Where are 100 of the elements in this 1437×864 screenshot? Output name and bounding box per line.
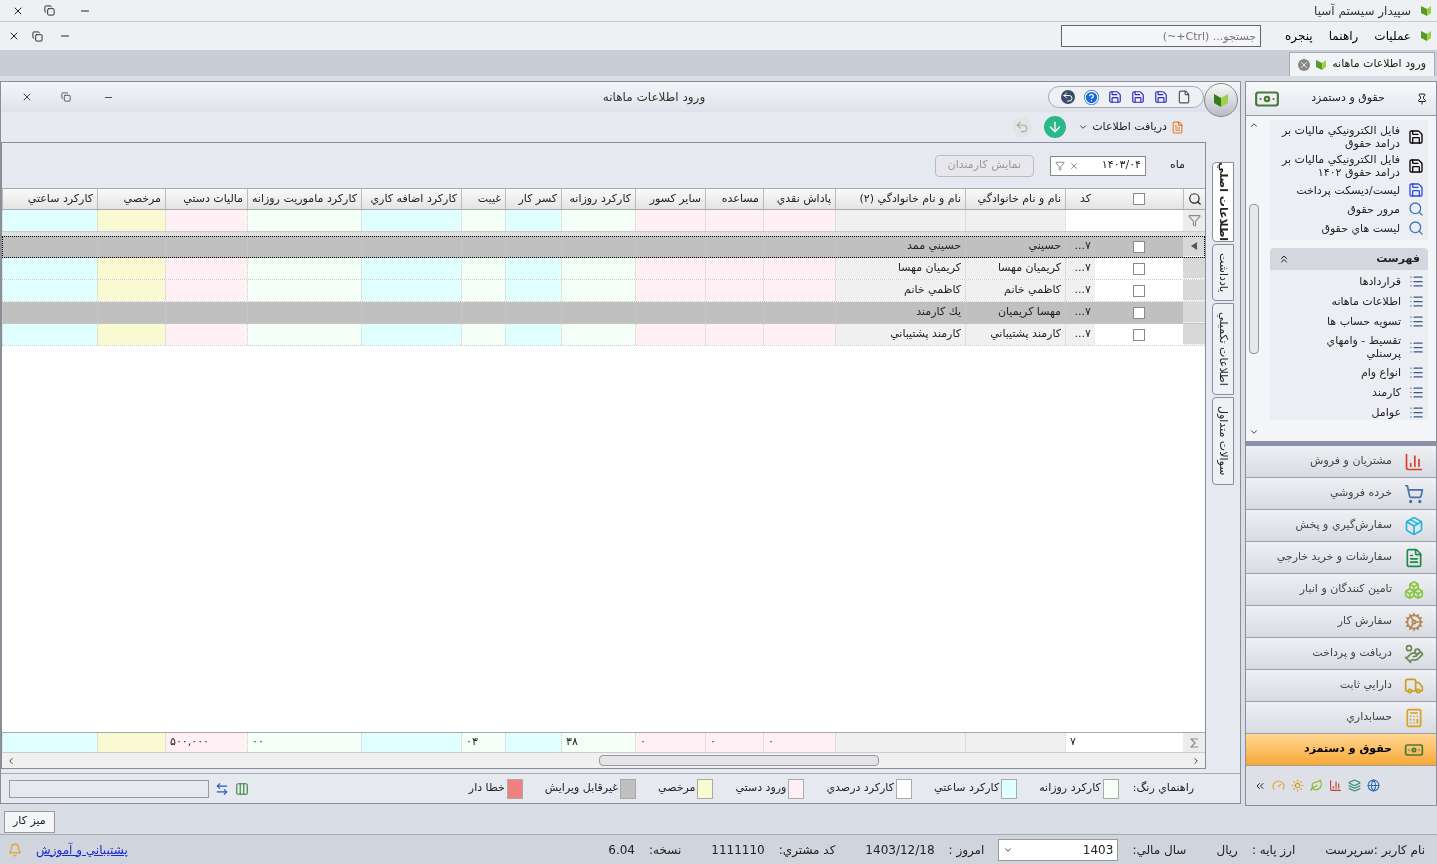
module-button[interactable]: سفارشات و خريد خارجي [1246, 542, 1436, 574]
columns-icon[interactable] [235, 781, 249, 796]
side-tab[interactable]: اطلاعات تكميلي [1212, 303, 1234, 396]
sidebar-link[interactable]: فايل الكترونيكي ماليات بر درامد حقوق [1270, 124, 1400, 150]
filter-cell[interactable] [2, 210, 97, 231]
filter-cell[interactable] [361, 210, 461, 231]
search-field[interactable]: جستجو... (Ctrl+~) [1061, 25, 1262, 47]
fetch-data-button[interactable]: دريافت اطلاعات [1078, 118, 1184, 136]
column-header[interactable]: كسر كار [505, 189, 561, 209]
scroll-up-icon[interactable] [1249, 120, 1259, 130]
document-tab[interactable]: ورود اطلاعات ماهانه [1289, 52, 1435, 76]
sidebar-link[interactable]: اطلاعات ماهانه [1291, 295, 1401, 308]
sidebar-link[interactable]: انواع وام [1291, 366, 1401, 379]
scroll-down-icon[interactable] [1249, 427, 1259, 437]
sidebar-link[interactable]: كارمند [1291, 386, 1401, 399]
restore-icon[interactable] [44, 5, 55, 16]
filter-cell[interactable] [635, 210, 705, 231]
horizontal-scrollbar[interactable] [2, 752, 1205, 768]
collapse-icon[interactable] [1278, 253, 1290, 265]
new-document-icon[interactable] [1177, 90, 1191, 104]
clear-icon[interactable] [1069, 160, 1079, 171]
column-header[interactable]: پاداش نقدي [763, 189, 835, 209]
bar-chart-icon[interactable] [1329, 779, 1342, 792]
column-header[interactable]: كاركرد روزانه [561, 189, 635, 209]
swap-icon[interactable] [215, 781, 229, 796]
module-button[interactable]: حقوق و دستمزد [1246, 734, 1436, 766]
column-header[interactable]: نام و نام خانوادگي [965, 189, 1065, 209]
filter-cell[interactable] [835, 210, 965, 231]
column-header[interactable]: كاركرد اضافه كاري [361, 189, 461, 209]
filter-cell[interactable] [247, 210, 361, 231]
tool-icon[interactable] [1061, 90, 1075, 104]
leaf-icon[interactable] [1310, 779, 1323, 792]
table-row[interactable]: ۷... كاظمي خانم كاظمي خانم [2, 280, 1205, 302]
menu-item[interactable]: راهنما [1328, 27, 1359, 45]
module-button[interactable]: مشتريان و فروش [1246, 446, 1436, 478]
month-field[interactable]: ۱۴۰۳/۰۴ [1050, 155, 1146, 176]
table-row[interactable]: ۷... حسيني حسيني ممد [2, 236, 1205, 258]
filter-cell[interactable] [461, 210, 505, 231]
restore-icon[interactable] [61, 92, 71, 102]
sidebar-link[interactable]: تسويه حساب ها [1291, 315, 1401, 328]
side-tab[interactable]: يادداشت [1212, 244, 1234, 302]
column-header[interactable]: كاركرد ماموريت روزانه [247, 189, 361, 209]
filter-cell[interactable] [965, 210, 1065, 231]
close-icon[interactable] [21, 91, 33, 103]
section-header[interactable]: فهرست [1270, 248, 1428, 270]
table-row[interactable]: ۷... كارمند پشتيباني كارمند پشتيباني [2, 324, 1205, 346]
sidebar-link[interactable]: ليست/ديسكت پرداخت [1270, 183, 1400, 197]
fiscal-year-dropdown[interactable]: 1403 [998, 838, 1119, 861]
filter-cell[interactable] [763, 210, 835, 231]
checkbox[interactable] [1133, 284, 1145, 297]
column-header[interactable]: ماليات دستي [165, 189, 247, 209]
menu-item[interactable]: پنجره [1285, 27, 1313, 45]
side-tab[interactable]: اطلاعات اصلي [1212, 162, 1234, 242]
save-icon[interactable] [1108, 90, 1122, 104]
column-header[interactable]: مساعده [705, 189, 763, 209]
module-button[interactable]: تامين كنندگان و انبار [1246, 574, 1436, 606]
checkbox[interactable] [1133, 193, 1145, 205]
side-tab[interactable]: سوالات متداول [1212, 397, 1234, 485]
module-button[interactable]: دارايي ثابت [1246, 670, 1436, 702]
globe-icon[interactable] [1367, 779, 1380, 792]
column-header[interactable]: كد [1065, 189, 1095, 209]
scroll-left-icon[interactable] [6, 755, 16, 766]
restore-icon[interactable] [32, 30, 43, 42]
pin-icon[interactable] [1416, 92, 1428, 105]
search-icon[interactable] [1187, 192, 1202, 206]
filter-cell[interactable] [97, 210, 165, 231]
save-icon[interactable] [1131, 90, 1145, 104]
filter-cell[interactable] [561, 210, 635, 231]
column-header[interactable]: غيبت [461, 189, 505, 209]
filter-cell[interactable] [165, 210, 247, 231]
checkbox[interactable] [1133, 306, 1145, 319]
module-button[interactable]: سفارش كار [1246, 606, 1436, 638]
filter-icon[interactable] [1187, 214, 1201, 227]
sidebar-link[interactable]: ليست هاي حقوق [1270, 221, 1400, 235]
checkbox[interactable] [1133, 262, 1145, 275]
sidebar-link[interactable]: فايل الكترونيكي ماليات بر درامد حقوق ۱۴۰۲ [1270, 153, 1400, 179]
table-row[interactable]: ۷... كريميان مهسا كريميان مهسا [2, 258, 1205, 280]
help-icon[interactable] [1084, 89, 1099, 105]
save-icon[interactable] [1154, 90, 1168, 104]
close-icon[interactable] [8, 30, 20, 42]
column-header[interactable]: ساير كسور [635, 189, 705, 209]
sidebar-link[interactable]: مرور حقوق [1270, 202, 1400, 216]
sidebar-link[interactable]: قراردادها [1291, 275, 1401, 288]
sun-icon[interactable] [1291, 779, 1304, 792]
filter-cell[interactable] [505, 210, 561, 231]
layers-icon[interactable] [1348, 779, 1361, 792]
checkbox[interactable] [1133, 328, 1145, 341]
module-button[interactable]: دريافت و پرداخت [1246, 638, 1436, 670]
scroll-right-icon[interactable] [1191, 755, 1201, 766]
column-header[interactable]: نام و نام خانوادگي (۲) [835, 189, 965, 209]
sidebar-link[interactable]: عوامل [1291, 406, 1401, 419]
module-button[interactable]: حسابداري [1246, 702, 1436, 734]
desktop-button[interactable]: ميز كار [4, 810, 55, 833]
module-button[interactable]: سفارش‌گيري و پخش [1246, 510, 1436, 542]
filter-icon[interactable] [1055, 160, 1065, 171]
table-row[interactable]: ۷... مهسا كريميان يك كارمند [2, 302, 1205, 324]
filter-cell[interactable] [705, 210, 763, 231]
support-link[interactable]: پشتيباني و آموزش [36, 840, 128, 859]
sidebar-link[interactable]: تقسيط - وامهاي پرسنلي [1291, 334, 1401, 360]
checkbox[interactable] [1133, 240, 1145, 253]
